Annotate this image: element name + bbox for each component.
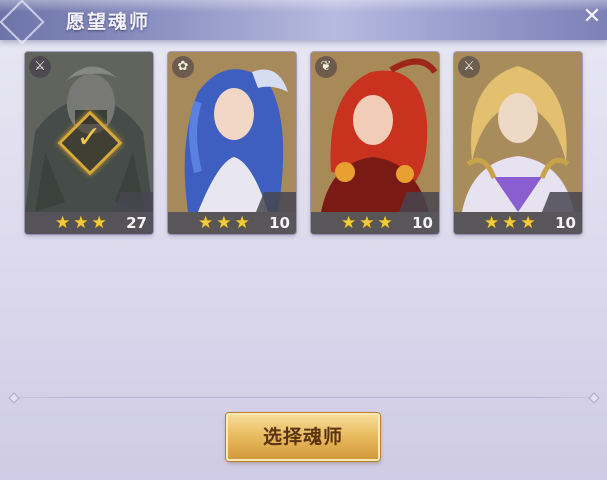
soul-master-card[interactable]: ❦ ★★★ 10 bbox=[311, 52, 439, 234]
star-rating: ★★★ bbox=[198, 213, 253, 233]
divider-end-icon bbox=[588, 392, 600, 404]
level-text: 10 bbox=[412, 214, 433, 232]
soul-master-card[interactable]: ⚔ ✓ ★★★ 27 bbox=[25, 52, 153, 234]
divider-end-icon bbox=[8, 392, 20, 404]
close-icon[interactable]: ✕ bbox=[579, 4, 605, 30]
star-rating: ★★★ bbox=[484, 213, 539, 233]
diamond-ornament-icon bbox=[0, 0, 45, 45]
title-bar: 愿望魂师 ✕ bbox=[0, 0, 607, 45]
level-text: 27 bbox=[126, 214, 147, 232]
divider bbox=[12, 397, 595, 398]
star-rating: ★★★ bbox=[341, 213, 396, 233]
select-soul-master-button[interactable]: 选择魂师 bbox=[226, 413, 380, 461]
level-text: 10 bbox=[555, 214, 576, 232]
class-icon: ⚔ bbox=[29, 56, 51, 78]
checkmark-icon: ✓ bbox=[76, 120, 102, 155]
class-icon: ⚔ bbox=[458, 56, 480, 78]
page-title: 愿望魂师 bbox=[66, 11, 151, 33]
class-icon: ❦ bbox=[315, 56, 337, 78]
star-rating: ★★★ bbox=[55, 213, 110, 233]
soul-master-card[interactable]: ✿ ★★★ 10 bbox=[168, 52, 296, 234]
soul-master-card[interactable]: ⚔ ★★★ 10 bbox=[454, 52, 582, 234]
level-text: 10 bbox=[269, 214, 290, 232]
class-icon: ✿ bbox=[172, 56, 194, 78]
